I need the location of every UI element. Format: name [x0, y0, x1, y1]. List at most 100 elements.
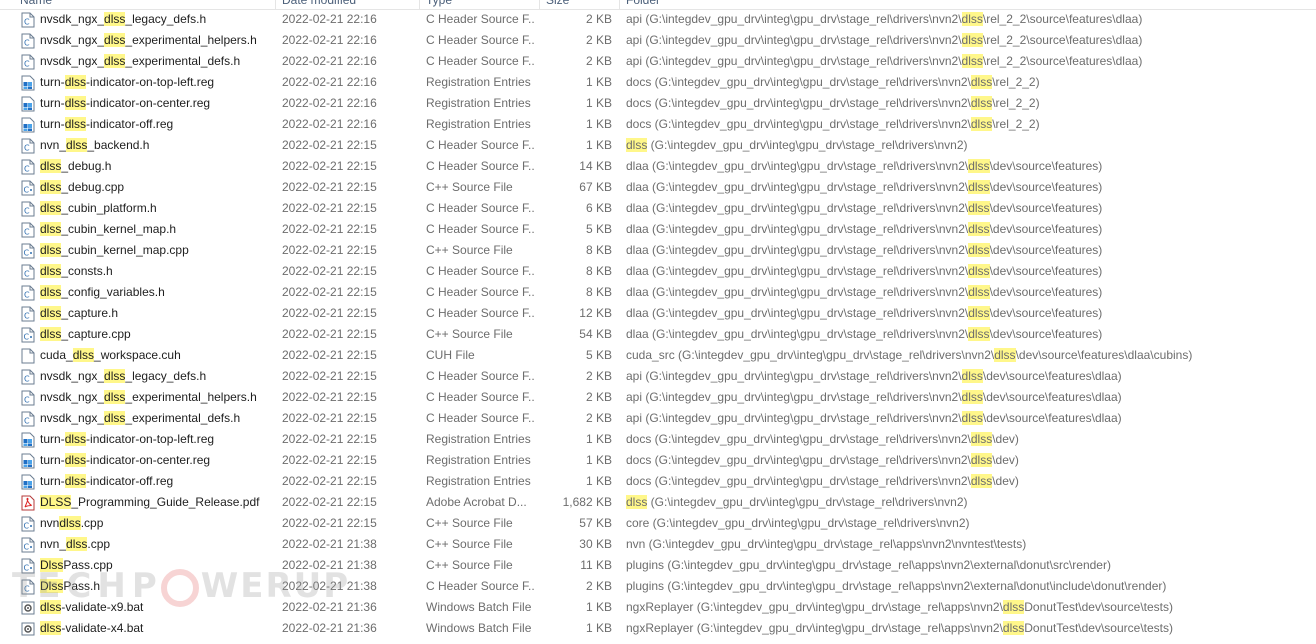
file-type: C++ Source File [426, 243, 513, 257]
search-match-highlight: dlss [970, 432, 993, 446]
search-match-highlight: dlss [104, 411, 126, 425]
date-modified: 2022-02-21 21:36 [282, 600, 377, 614]
search-match-highlight: dlss [961, 12, 983, 26]
folder-path: api (G:\integdev_gpu_drv\integ\gpu_drv\s… [626, 33, 1143, 47]
date-modified: 2022-02-21 22:15 [282, 159, 377, 173]
file-row[interactable]: Cnvsdk_ngx_dlss_experimental_helpers.h 20… [0, 30, 1316, 51]
search-match-highlight: dlss [1002, 600, 1025, 614]
file-type: C Header Source F... [426, 54, 534, 68]
folder-path: docs (G:\integdev_gpu_drv\integ\gpu_drv\… [626, 96, 1040, 110]
column-header-type[interactable]: Type [426, 0, 452, 9]
folder-path: dlaa (G:\integdev_gpu_drv\integ\gpu_drv\… [626, 285, 1103, 299]
file-row[interactable]: Cdlss_debug.cpp 2022-02-21 22:15 C++ Sourc… [0, 177, 1316, 198]
column-divider[interactable] [619, 0, 620, 9]
svg-text:C: C [24, 228, 30, 237]
file-type: Registration Entries [426, 117, 531, 131]
file-row[interactable]: turn-dlss-indicator-on-center.reg 2022-02… [0, 93, 1316, 114]
file-type: C Header Source F... [426, 12, 534, 26]
file-row[interactable]: C DlssPass.h 2022-02-21 21:38 C Header Sour… [0, 576, 1316, 597]
c-header-file-icon: C [21, 264, 35, 280]
column-divider[interactable] [275, 0, 276, 9]
file-row[interactable]: Cdlss_cubin_kernel_map.h 2022-02-21 22:15… [0, 219, 1316, 240]
file-type: C Header Source F... [426, 579, 534, 593]
svg-text:C: C [24, 18, 30, 27]
column-divider[interactable] [419, 0, 420, 9]
search-match-highlight: dlss [40, 243, 62, 257]
file-row[interactable]: cuda_dlss_workspace.cuh 2022-02-21 22:15 C… [0, 345, 1316, 366]
file-row[interactable]: Cnvn_dlss_backend.h 2022-02-21 22:15 C Hea… [0, 135, 1316, 156]
search-match-highlight: dlss [1002, 621, 1025, 635]
file-row[interactable]: Cdlss_cubin_kernel_map.cpp 2022-02-21 22:… [0, 240, 1316, 261]
search-match-highlight: dlss [968, 180, 990, 194]
file-row[interactable]: turn-dlss-indicator-on-top-left.reg 2022-… [0, 72, 1316, 93]
file-row[interactable]: Cnvsdk_ngx_dlss_experimental_helpers.h 20… [0, 387, 1316, 408]
folder-path: plugins (G:\integdev_gpu_drv\integ\gpu_d… [626, 558, 1111, 572]
column-divider[interactable] [539, 0, 540, 9]
folder-path: ngxReplayer (G:\integdev_gpu_drv\integ\g… [626, 600, 1173, 614]
file-size: 8 KB [585, 264, 612, 278]
file-row[interactable]: Cnvsdk_ngx_dlss_legacy_defs.h 2022-02-21 … [0, 366, 1316, 387]
date-modified: 2022-02-21 22:15 [282, 327, 377, 341]
date-modified: 2022-02-21 22:15 [282, 453, 377, 467]
file-row[interactable]: C DlssPass.cpp 2022-02-21 21:38 C++ Source … [0, 555, 1316, 576]
file-row[interactable]: Cnvsdk_ngx_dlss_experimental_defs.h 2022-… [0, 408, 1316, 429]
c-header-file-icon: C [21, 390, 35, 406]
search-match-highlight: dlss [961, 54, 983, 68]
file-row[interactable]: Cdlss_capture.cpp 2022-02-21 22:15 C++ Sou… [0, 324, 1316, 345]
file-row[interactable]: turn-dlss-indicator-off.reg 2022-02-21 22… [0, 471, 1316, 492]
date-modified: 2022-02-21 22:16 [282, 33, 377, 47]
column-header-folder[interactable]: Folder [626, 0, 660, 9]
folder-path: plugins (G:\integdev_gpu_drv\integ\gpu_d… [626, 579, 1167, 593]
file-row[interactable]: Cdlss_consts.h 2022-02-21 22:15 C Header S… [0, 261, 1316, 282]
file-row[interactable]: Cnvsdk_ngx_dlss_legacy_defs.h 2022-02-21 … [0, 9, 1316, 30]
file-name: nvsdk_ngx_dlss_experimental_helpers.h [40, 390, 257, 404]
date-modified: 2022-02-21 21:36 [282, 621, 377, 635]
file-size: 11 KB [580, 558, 612, 572]
c-header-file-icon: C [21, 33, 35, 49]
search-match-highlight: dlss [40, 201, 62, 215]
folder-path: api (G:\integdev_gpu_drv\integ\gpu_drv\s… [626, 12, 1143, 26]
file-row[interactable]: turn-dlss-indicator-on-center.reg 2022-02… [0, 450, 1316, 471]
search-match-highlight: dlss [961, 369, 983, 383]
folder-path: dlaa (G:\integdev_gpu_drv\integ\gpu_drv\… [626, 201, 1103, 215]
search-match-highlight: dlss [40, 621, 62, 635]
search-match-highlight: dlss [104, 33, 126, 47]
svg-text:C: C [24, 375, 30, 384]
file-row[interactable]: dlss-validate-x4.bat 2022-02-21 21:36 Wind… [0, 618, 1316, 639]
file-size: 54 KB [579, 327, 612, 341]
file-size: 1 KB [585, 600, 612, 614]
file-row[interactable]: dlss-validate-x9.bat 2022-02-21 21:36 Wind… [0, 597, 1316, 618]
file-row[interactable]: Cnvsdk_ngx_dlss_experimental_defs.h 2022-… [0, 51, 1316, 72]
file-row[interactable]: Cnvn_dlss.cpp 2022-02-21 21:38 C++ Source … [0, 534, 1316, 555]
file-row[interactable]: Cnvndlss.cpp 2022-02-21 22:15 C++ Source F… [0, 513, 1316, 534]
column-header-name[interactable]: Name [20, 0, 52, 9]
file-row[interactable]: turn-dlss-indicator-off.reg 2022-02-21 22… [0, 114, 1316, 135]
file-name: nvsdk_ngx_dlss_legacy_defs.h [40, 12, 207, 26]
file-type: C++ Source File [426, 327, 513, 341]
file-name: turn-dlss-indicator-on-top-left.reg [40, 432, 215, 446]
file-row[interactable]: Cdlss_capture.h 2022-02-21 22:15 C Header … [0, 303, 1316, 324]
search-match-highlight: dlss [961, 390, 983, 404]
column-header-date-modified[interactable]: Date modified [282, 0, 356, 9]
column-header-size[interactable]: Size [546, 0, 569, 9]
folder-path: docs (G:\integdev_gpu_drv\integ\gpu_drv\… [626, 453, 1019, 467]
svg-text:C: C [24, 396, 30, 405]
file-size: 6 KB [585, 201, 612, 215]
file-name: nvsdk_ngx_dlss_experimental_helpers.h [40, 33, 257, 47]
date-modified: 2022-02-21 22:15 [282, 180, 377, 194]
file-type: Registration Entries [426, 474, 531, 488]
search-match-highlight: dlss [968, 201, 990, 215]
file-size: 5 KB [585, 348, 612, 362]
search-match-highlight: dlss [66, 537, 88, 551]
file-name: dlss_cubin_kernel_map.h [40, 222, 177, 236]
file-row[interactable]: Cdlss_debug.h 2022-02-21 22:15 C Header So… [0, 156, 1316, 177]
file-type: C Header Source F... [426, 411, 534, 425]
svg-text:C: C [24, 564, 30, 573]
date-modified: 2022-02-21 22:16 [282, 117, 377, 131]
date-modified: 2022-02-21 22:15 [282, 243, 377, 257]
folder-path: cuda_src (G:\integdev_gpu_drv\integ\gpu_… [626, 348, 1193, 362]
file-row[interactable]: DLSS_Programming_Guide_Release.pdf 2022-0… [0, 492, 1316, 513]
file-row[interactable]: Cdlss_cubin_platform.h 2022-02-21 22:15 C … [0, 198, 1316, 219]
file-row[interactable]: Cdlss_config_variables.h 2022-02-21 22:15… [0, 282, 1316, 303]
file-row[interactable]: turn-dlss-indicator-on-top-left.reg 2022-… [0, 429, 1316, 450]
